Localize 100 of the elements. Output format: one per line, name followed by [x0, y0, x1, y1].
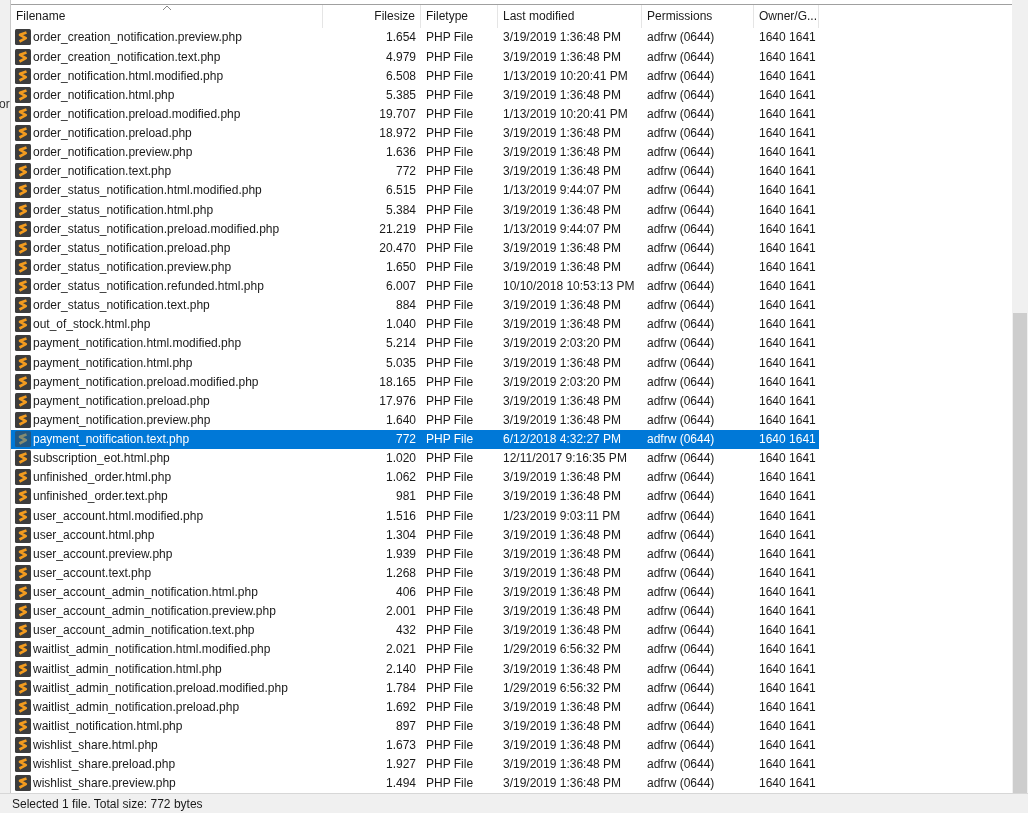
table-cell: 3/19/2019 1:36:48 PM: [503, 298, 622, 313]
file-row[interactable]: user_account_admin_notification.html.php 406 PHP File 3/19/2019 1:36:48 PM adfrw (0644) 1640 1641: [11, 582, 819, 602]
file-row[interactable]: order_status_notification.html.php 5.384 PHP File 3/19/2019 1:36:48 PM adfrw (0644) 1640 1641: [11, 200, 819, 220]
table-cell: PHP File: [426, 489, 474, 504]
table-cell: PHP File: [426, 470, 474, 485]
table-cell: 1640 1641: [759, 661, 816, 676]
table-cell: 1640 1641: [759, 719, 816, 733]
file-row[interactable]: order_status_notification.text.php 884 PHP File 3/19/2019 1:36:48 PM adfrw (0644) 1640 1641: [11, 295, 819, 315]
file-row[interactable]: order_creation_notification.preview.php 1.654 PHP File 3/19/2019 1:36:48 PM adfrw (0644) 1640 1641: [11, 27, 819, 48]
table-cell: 1640 1641: [759, 566, 816, 580]
table-cell: PHP File: [426, 240, 474, 255]
table-cell: 20.470: [379, 240, 416, 255]
file-row[interactable]: wishlist_share.preload.php 1.927 PHP File 3/19/2019 1:36:48 PM adfrw (0644) 1640 1641: [11, 754, 819, 774]
file-row[interactable]: wishlist_share.html.php 1.673 PHP File 3/19/2019 1:36:48 PM adfrw (0644) 1640 1641: [11, 735, 819, 755]
column-header[interactable]: Filesize: [323, 5, 421, 28]
table-cell: 1640 1641: [759, 642, 816, 657]
table-cell: adfrw (0644): [647, 68, 715, 83]
table-cell: 1640 1641: [759, 183, 816, 198]
table-cell: 3/19/2019 1:36:48 PM: [503, 623, 622, 638]
file-row[interactable]: order_notification.text.php 772 PHP File 3/19/2019 1:36:48 PM adfrw (0644) 1640 1641: [11, 161, 819, 181]
file-row[interactable]: out_of_stock.html.php 1.040 PHP File 3/19/2019 1:36:48 PM adfrw (0644) 1640 1641: [11, 314, 819, 334]
table-cell: adfrw (0644): [647, 107, 715, 121]
table-cell: 1640 1641: [759, 470, 816, 485]
file-row[interactable]: payment_notification.preview.php 1.640 PHP File 3/19/2019 1:36:48 PM adfrw (0644) 1640 1641: [11, 410, 819, 430]
file-row[interactable]: unfinished_order.text.php 981 PHP File 3/19/2019 1:36:48 PM adfrw (0644) 1640 1641: [11, 486, 819, 507]
table-cell: 1/13/2019 10:20:41 PM: [503, 107, 628, 121]
column-header[interactable]: Filename: [11, 5, 323, 28]
column-header[interactable]: Filetype: [421, 5, 498, 28]
table-cell: 3/19/2019 1:36:48 PM: [503, 202, 622, 217]
file-row[interactable]: order_notification.preload.modified.php 19.707 PHP File 1/13/2019 10:20:41 PM adfrw (0644) 1640 1641: [11, 104, 819, 124]
file-name: order_notification.preload.php: [33, 126, 192, 141]
file-row[interactable]: subscription_eot.html.php 1.020 PHP File 12/11/2017 9:16:35 PM adfrw (0644) 1640 1641: [11, 448, 819, 468]
table-cell: 1640 1641: [759, 489, 816, 504]
file-row[interactable]: user_account.html.modified.php 1.516 PHP File 1/23/2019 9:03:11 PM adfrw (0644) 1640 1641: [11, 506, 819, 526]
file-row[interactable]: waitlist_notification.html.php 897 PHP File 3/19/2019 1:36:48 PM adfrw (0644) 1640 1641: [11, 716, 819, 736]
file-row[interactable]: order_status_notification.refunded.html.php 6.007 PHP File 10/10/2018 10:53:13 PM adfrw (0644) 1640 1641: [11, 276, 819, 296]
file-name: payment_notification.html.php: [33, 355, 193, 370]
php-file-icon: [15, 622, 31, 639]
file-name: order_notification.text.php: [33, 164, 172, 179]
table-cell: PHP File: [426, 623, 474, 638]
file-row[interactable]: order_notification.preview.php 1.636 PHP File 3/19/2019 1:36:48 PM adfrw (0644) 1640 1641: [11, 142, 819, 162]
table-cell: adfrw (0644): [647, 336, 715, 351]
table-cell: 1.692: [385, 699, 416, 714]
file-row[interactable]: order_status_notification.preload.php 20.470 PHP File 3/19/2019 1:36:48 PM adfrw (0644) 1640 1641: [11, 238, 819, 258]
table-cell: 1.673: [385, 738, 416, 753]
file-row[interactable]: payment_notification.text.php 772 PHP File 6/12/2018 4:32:27 PM adfrw (0644) 1640 1641: [11, 429, 819, 449]
table-cell: adfrw (0644): [647, 183, 715, 198]
table-cell: 1640 1641: [759, 680, 816, 695]
table-cell: 1/29/2019 6:56:32 PM: [503, 642, 622, 657]
table-cell: adfrw (0644): [647, 680, 715, 695]
column-header[interactable]: Owner/G...: [754, 5, 819, 28]
table-cell: 3/19/2019 1:36:48 PM: [503, 355, 622, 370]
table-cell: 3/19/2019 1:36:48 PM: [503, 738, 622, 753]
column-header[interactable]: Last modified: [498, 5, 642, 28]
file-row[interactable]: order_status_notification.html.modified.php 6.515 PHP File 1/13/2019 9:44:07 PM adfrw (0644) 1640 1641: [11, 180, 819, 201]
table-cell: PHP File: [426, 680, 474, 695]
table-cell: 3/19/2019 1:36:48 PM: [503, 604, 622, 619]
table-cell: 1/13/2019 9:44:07 PM: [503, 183, 622, 198]
table-cell: 3/19/2019 1:36:48 PM: [503, 317, 622, 332]
table-cell: adfrw (0644): [647, 87, 715, 102]
file-row[interactable]: order_creation_notification.text.php 4.979 PHP File 3/19/2019 1:36:48 PM adfrw (0644) 1640 1641: [11, 47, 819, 67]
table-cell: PHP File: [426, 585, 474, 600]
file-row[interactable]: user_account.preview.php 1.939 PHP File 3/19/2019 1:36:48 PM adfrw (0644) 1640 1641: [11, 544, 819, 564]
table-cell: 18.972: [379, 126, 416, 141]
file-row[interactable]: user_account.html.php 1.304 PHP File 3/19/2019 1:36:48 PM adfrw (0644) 1640 1641: [11, 525, 819, 545]
table-cell: 1640 1641: [759, 240, 816, 255]
file-row[interactable]: payment_notification.preload.modified.php 18.165 PHP File 3/19/2019 2:03:20 PM adfrw (0644) 1640 1641: [11, 372, 819, 392]
status-text: Selected 1 file. Total size: 772 bytes: [12, 796, 203, 811]
file-row[interactable]: waitlist_admin_notification.html.modified.php 2.021 PHP File 1/29/2019 6:56:32 PM adfrw (0644) 1640 1641: [11, 639, 819, 660]
table-cell: 3/19/2019 2:03:20 PM: [503, 336, 622, 351]
file-row[interactable]: payment_notification.html.php 5.035 PHP File 3/19/2019 1:36:48 PM adfrw (0644) 1640 1641: [11, 353, 819, 373]
table-cell: 1640 1641: [759, 298, 816, 313]
file-row[interactable]: payment_notification.preload.php 17.976 PHP File 3/19/2019 1:36:48 PM adfrw (0644) 1640 1641: [11, 391, 819, 411]
php-file-icon: [15, 737, 31, 754]
file-name: order_notification.html.modified.php: [33, 68, 224, 83]
file-row[interactable]: wishlist_share.preview.php 1.494 PHP File 3/19/2019 1:36:48 PM adfrw (0644) 1640 1641: [11, 773, 819, 793]
file-name: order_status_notification.text.php: [33, 298, 210, 313]
file-row[interactable]: waitlist_admin_notification.preload.php 1.692 PHP File 3/19/2019 1:36:48 PM adfrw (0644) 1640 1641: [11, 697, 819, 717]
file-row[interactable]: waitlist_admin_notification.preload.modified.php 1.784 PHP File 1/29/2019 6:56:32 PM adfrw (0644) 1640 1641: [11, 678, 819, 698]
file-row[interactable]: order_status_notification.preview.php 1.650 PHP File 3/19/2019 1:36:48 PM adfrw (0644) 1640 1641: [11, 257, 819, 277]
table-cell: 1/13/2019 9:44:07 PM: [503, 221, 622, 236]
file-row[interactable]: payment_notification.html.modified.php 5.214 PHP File 3/19/2019 2:03:20 PM adfrw (0644) 1640 1641: [11, 333, 819, 354]
file-row[interactable]: waitlist_admin_notification.html.php 2.140 PHP File 3/19/2019 1:36:48 PM adfrw (0644) 1640 1641: [11, 659, 819, 679]
file-row[interactable]: user_account_admin_notification.text.php 432 PHP File 3/19/2019 1:36:48 PM adfrw (0644) 1640 1641: [11, 620, 819, 640]
file-row[interactable]: order_notification.preload.php 18.972 PHP File 3/19/2019 1:36:48 PM adfrw (0644) 1640 1641: [11, 123, 819, 143]
column-header[interactable]: Permissions: [642, 5, 754, 28]
file-name: user_account.preview.php: [33, 546, 173, 561]
file-row[interactable]: user_account.text.php 1.268 PHP File 3/19/2019 1:36:48 PM adfrw (0644) 1640 1641: [11, 563, 819, 583]
file-row[interactable]: order_notification.html.php 5.385 PHP File 3/19/2019 1:36:48 PM adfrw (0644) 1640 1641: [11, 85, 819, 105]
file-name: order_notification.html.php: [33, 87, 175, 102]
table-cell: 1.020: [385, 451, 416, 466]
table-cell: 1640 1641: [759, 221, 816, 236]
file-row[interactable]: order_status_notification.preload.modified.php 21.219 PHP File 1/13/2019 9:44:07 PM adfrw (0644) 1640 1641: [11, 219, 819, 239]
scroll-thumb[interactable]: [1013, 313, 1027, 794]
php-file-icon: [15, 354, 31, 371]
file-row[interactable]: unfinished_order.html.php 1.062 PHP File 3/19/2019 1:36:48 PM adfrw (0644) 1640 1641: [11, 467, 819, 487]
file-row[interactable]: order_notification.html.modified.php 6.508 PHP File 1/13/2019 10:20:41 PM adfrw (0644) 1640 1641: [11, 66, 819, 86]
php-file-icon: [15, 144, 31, 161]
table-cell: PHP File: [426, 87, 474, 102]
file-row[interactable]: user_account_admin_notification.preview.php 2.001 PHP File 3/19/2019 1:36:48 PM adfrw (0644) 1640 1641: [11, 601, 819, 621]
